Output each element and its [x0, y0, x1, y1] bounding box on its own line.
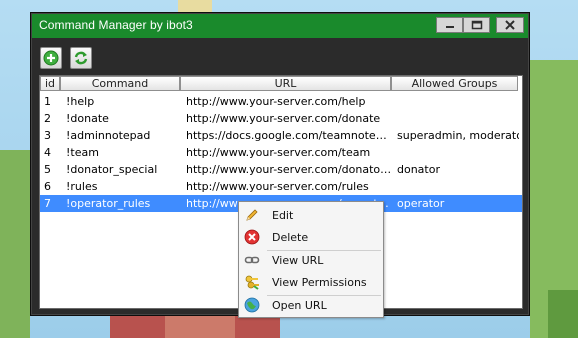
column-header-allowed-groups[interactable]: Allowed Groups	[391, 76, 518, 91]
row-id: 6	[44, 180, 51, 193]
table-row[interactable]: 2 !donate http://www.your-server.com/don…	[40, 110, 522, 127]
column-header-id[interactable]: id	[40, 76, 60, 91]
row-url: http://www.your-server.com/rules	[186, 180, 369, 193]
row-groups: donator	[397, 163, 440, 176]
row-url: http://www.your-server.com/team	[186, 146, 371, 159]
menu-item-edit[interactable]: Edit	[239, 205, 383, 226]
row-groups	[397, 178, 519, 195]
table-row[interactable]: 5 !donator_special http://www.your-serve…	[40, 161, 522, 178]
menu-item-label: Open URL	[272, 299, 327, 312]
row-groups: operator	[397, 197, 445, 210]
pencil-icon	[246, 209, 258, 221]
minimize-button[interactable]	[436, 17, 463, 33]
menu-item-label: Edit	[272, 209, 294, 222]
table-row[interactable]: 3 !adminnotepad https://docs.google.com/…	[40, 127, 522, 144]
column-header-url[interactable]: URL	[180, 76, 391, 91]
menu-item-label: View URL	[272, 254, 324, 267]
row-id: 5	[44, 163, 51, 176]
keys-icon	[245, 275, 259, 290]
row-groups: superadmin, moderator	[397, 129, 519, 142]
window-title: Command Manager by ibot3	[39, 18, 193, 32]
row-command: !operator_rules	[66, 197, 151, 210]
menu-item-view-permissions[interactable]: View Permissions	[239, 272, 383, 293]
menu-item-view-url[interactable]: View URL	[239, 250, 383, 271]
background-grass-left	[0, 150, 30, 338]
table-row[interactable]: 1 !help http://www.your-server.com/help	[40, 93, 522, 110]
row-id: 4	[44, 146, 51, 159]
row-id: 2	[44, 112, 51, 125]
add-icon	[43, 50, 59, 66]
add-button[interactable]	[40, 47, 62, 69]
row-url: https://docs.google.com/teamnotepad/...	[186, 129, 392, 142]
row-id: 3	[44, 129, 51, 142]
delete-icon	[244, 229, 260, 245]
row-groups	[397, 144, 519, 161]
row-url: http://www.your-server.com/donate	[186, 112, 381, 125]
row-command: !donate	[66, 112, 109, 125]
row-command: !rules	[66, 180, 98, 193]
background-block	[178, 0, 212, 12]
minimize-icon	[445, 26, 454, 28]
table-row[interactable]: 4 !team http://www.your-server.com/team	[40, 144, 522, 161]
row-groups	[397, 93, 519, 110]
title-bar[interactable]: Command Manager by ibot3	[32, 14, 528, 38]
maximize-icon	[471, 20, 482, 30]
background-grass-right-dark	[548, 290, 578, 338]
row-command: !help	[66, 95, 95, 108]
menu-item-delete[interactable]: Delete	[239, 227, 383, 248]
row-url: http://www.your-server.com/help	[186, 95, 366, 108]
row-command: !team	[66, 146, 99, 159]
refresh-button[interactable]	[70, 47, 92, 69]
row-id: 1	[44, 95, 51, 108]
row-id: 7	[44, 197, 51, 210]
link-icon	[244, 256, 260, 264]
row-groups	[397, 110, 519, 127]
menu-item-open-url[interactable]: Open URL	[239, 295, 383, 316]
refresh-icon	[74, 51, 88, 65]
context-menu: Edit Delete View URL View Permissions Op…	[238, 201, 384, 318]
column-header-command[interactable]: Command	[60, 76, 180, 91]
menu-item-label: View Permissions	[272, 276, 367, 289]
globe-icon	[244, 297, 260, 313]
close-icon	[505, 20, 515, 30]
close-button[interactable]	[496, 17, 524, 33]
row-command: !donator_special	[66, 163, 158, 176]
table-row[interactable]: 6 !rules http://www.your-server.com/rule…	[40, 178, 522, 195]
menu-item-label: Delete	[272, 231, 309, 244]
row-url: http://www.your-server.com/donatoronly	[186, 163, 392, 176]
maximize-button[interactable]	[463, 17, 490, 33]
row-command: !adminnotepad	[66, 129, 151, 142]
